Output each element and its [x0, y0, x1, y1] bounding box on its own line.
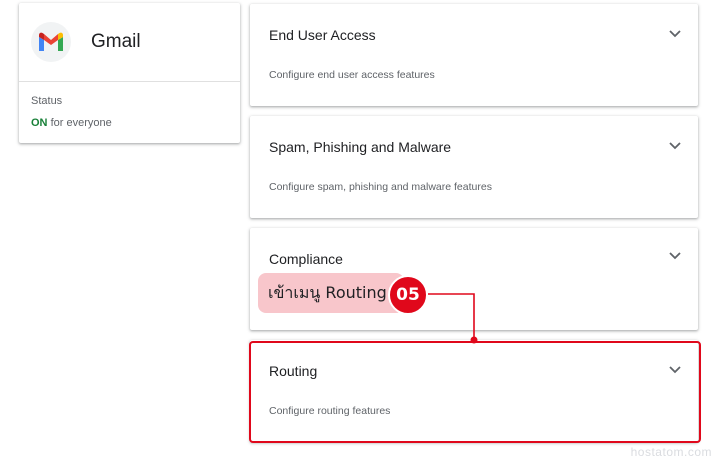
step-badge: 05: [388, 275, 428, 315]
callout-connector: [428, 293, 478, 344]
callout-text: เข้าเมนู Routing: [268, 282, 387, 302]
callout-label: เข้าเมนู Routing: [258, 273, 404, 313]
watermark: hostatom.com: [630, 445, 712, 459]
